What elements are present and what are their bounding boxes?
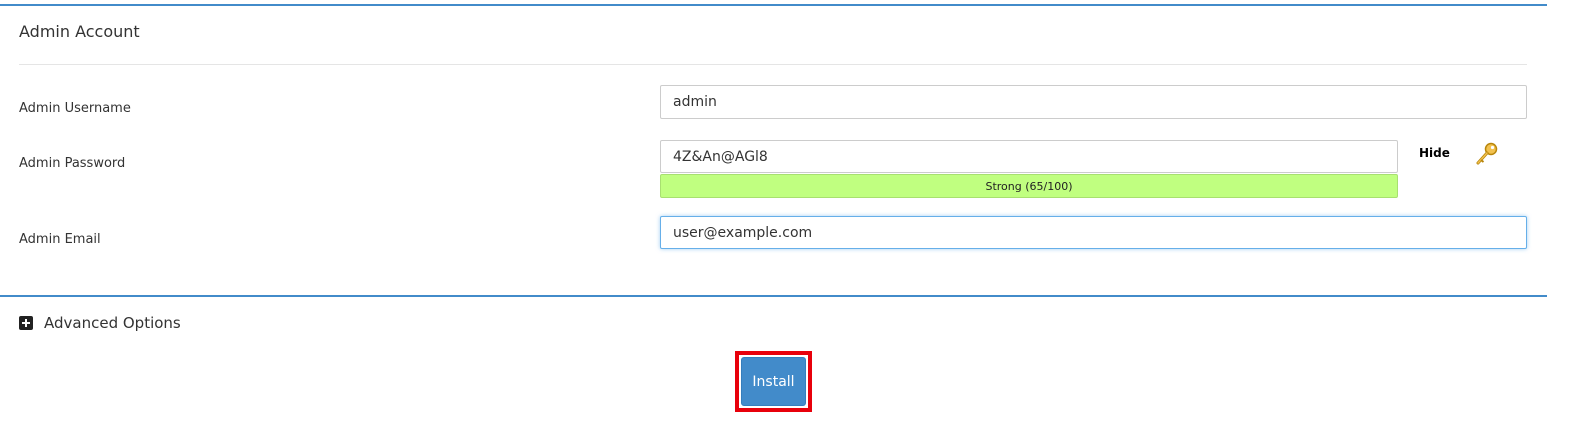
email-input[interactable] xyxy=(660,216,1527,249)
key-icon[interactable] xyxy=(1474,141,1500,167)
username-label: Admin Username xyxy=(19,101,131,116)
password-input[interactable] xyxy=(660,140,1398,173)
password-strength-text: Strong (65/100) xyxy=(985,179,1073,193)
section-divider xyxy=(19,64,1527,65)
username-input[interactable] xyxy=(660,85,1527,119)
section-title: Admin Account xyxy=(19,22,140,41)
advanced-options-toggle[interactable]: Advanced Options xyxy=(19,314,181,332)
hide-password-toggle[interactable]: Hide xyxy=(1419,146,1450,160)
section-top-border xyxy=(0,4,1547,6)
password-strength-meter: Strong (65/100) xyxy=(660,174,1398,198)
password-label: Admin Password xyxy=(19,156,126,171)
plus-square-icon xyxy=(19,316,33,330)
install-button[interactable]: Install xyxy=(741,357,806,406)
advanced-section-border xyxy=(0,295,1547,297)
email-label: Admin Email xyxy=(19,232,101,247)
advanced-options-label: Advanced Options xyxy=(44,314,181,332)
